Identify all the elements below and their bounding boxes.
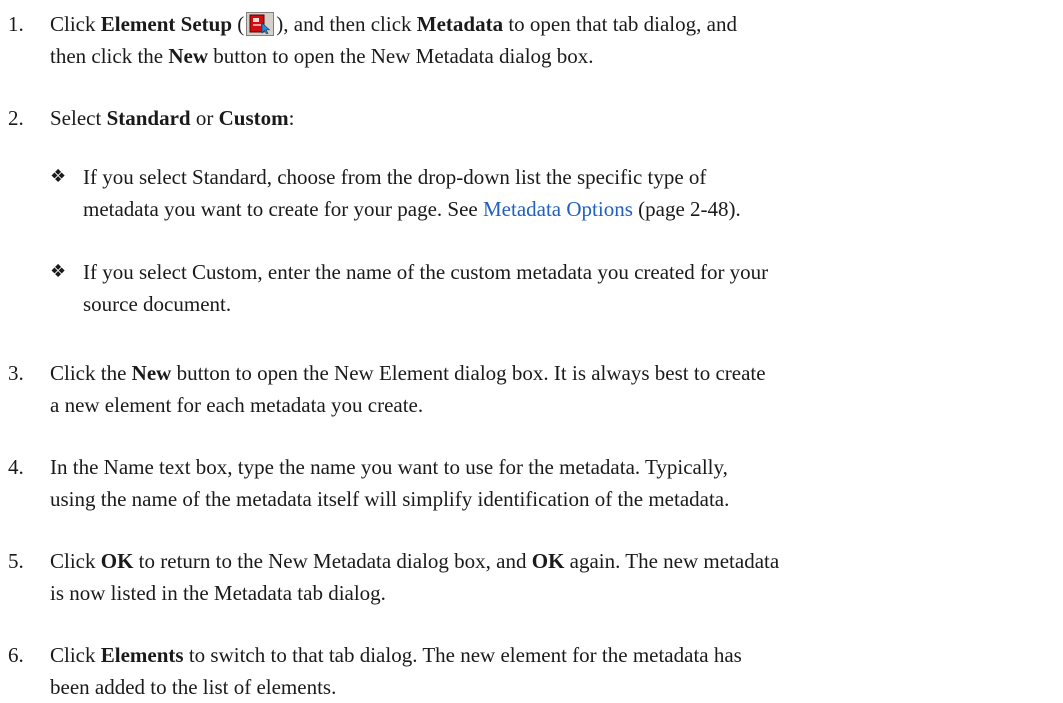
bold-term: Metadata: [416, 12, 504, 36]
bold-term: OK: [531, 549, 565, 573]
bold-term: OK: [100, 549, 134, 573]
text-run: then click the: [50, 44, 169, 68]
step-text-line: Click Element Setup ( ), and then click M…: [50, 8, 1055, 40]
element-setup-icon: [246, 12, 275, 36]
text-run: to switch to that tab dialog. The new el…: [183, 643, 742, 667]
text-run: Click: [50, 643, 101, 667]
text-run: to return to the New Metadata dialog box…: [133, 549, 532, 573]
text-run: button to open the New Metadata dialog b…: [208, 44, 594, 68]
text-run: ), and then click: [276, 12, 417, 36]
step-number: 3.: [8, 361, 24, 385]
text-run: Click: [50, 12, 101, 36]
text-run: If you select Custom, enter the name of …: [83, 260, 769, 284]
text-run: a new element for each metadata you crea…: [50, 393, 424, 417]
bullet-text-line: If you select Standard, choose from the …: [83, 161, 1058, 193]
text-run: Select: [50, 106, 107, 130]
bullet-text-line: source document.: [83, 288, 1058, 320]
text-run: to open that tab dialog, and: [503, 12, 737, 36]
step-text-line: been added to the list of elements.: [50, 671, 1055, 703]
step-text-line: using the name of the metadata itself wi…: [50, 483, 1055, 515]
text-run: or: [190, 106, 219, 130]
text-run: In the Name text box, type the name you …: [50, 455, 728, 479]
step-number: 5.: [8, 549, 24, 573]
step-text-line: is now listed in the Metadata tab dialog…: [50, 577, 1055, 609]
bullet-diamond-icon: ❖: [50, 261, 67, 282]
step-number: 2.: [8, 106, 24, 130]
metadata-options-link[interactable]: Metadata Options: [483, 197, 633, 221]
text-run: Click the: [50, 361, 132, 385]
step-text-line: Click OK to return to the New Metadata d…: [50, 545, 1055, 577]
text-run: is now listed in the Metadata tab dialog…: [50, 581, 386, 605]
text-run: (: [232, 12, 245, 36]
text-run: button to open the New Element dialog bo…: [171, 361, 766, 385]
bold-term: New: [131, 361, 172, 385]
bullet-diamond-icon: ❖: [50, 166, 67, 187]
bold-term: Custom: [218, 106, 289, 130]
step-text-line: In the Name text box, type the name you …: [50, 451, 1055, 483]
step-text-line: then click the New button to open the Ne…: [50, 40, 1055, 72]
step-number: 4.: [8, 455, 24, 479]
bold-term: Element Setup: [100, 12, 232, 36]
text-run: metadata you want to create for your pag…: [83, 197, 483, 221]
step-text-line: Click Elements to switch to that tab dia…: [50, 639, 1055, 671]
text-run: using the name of the metadata itself wi…: [50, 487, 730, 511]
text-run: source document.: [83, 292, 232, 316]
text-run: Click: [50, 549, 101, 573]
step-text-line: Click the New button to open the New Ele…: [50, 357, 1055, 389]
text-run: again. The new metadata: [564, 549, 780, 573]
step-number: 1.: [8, 12, 24, 36]
text-run: If you select Standard, choose from the …: [83, 165, 707, 189]
bold-term: Elements: [100, 643, 184, 667]
bullet-text-line: metadata you want to create for your pag…: [83, 193, 1058, 225]
text-run: :: [288, 106, 295, 130]
step-text-line: Select Standard or Custom:: [50, 102, 1055, 134]
step-number: 6.: [8, 643, 24, 667]
text-run: (page 2-48).: [632, 197, 741, 221]
text-run: been added to the list of elements.: [50, 675, 337, 699]
bold-term: New: [168, 44, 209, 68]
bullet-text-line: If you select Custom, enter the name of …: [83, 256, 1058, 288]
bold-term: Standard: [106, 106, 191, 130]
step-text-line: a new element for each metadata you crea…: [50, 389, 1055, 421]
